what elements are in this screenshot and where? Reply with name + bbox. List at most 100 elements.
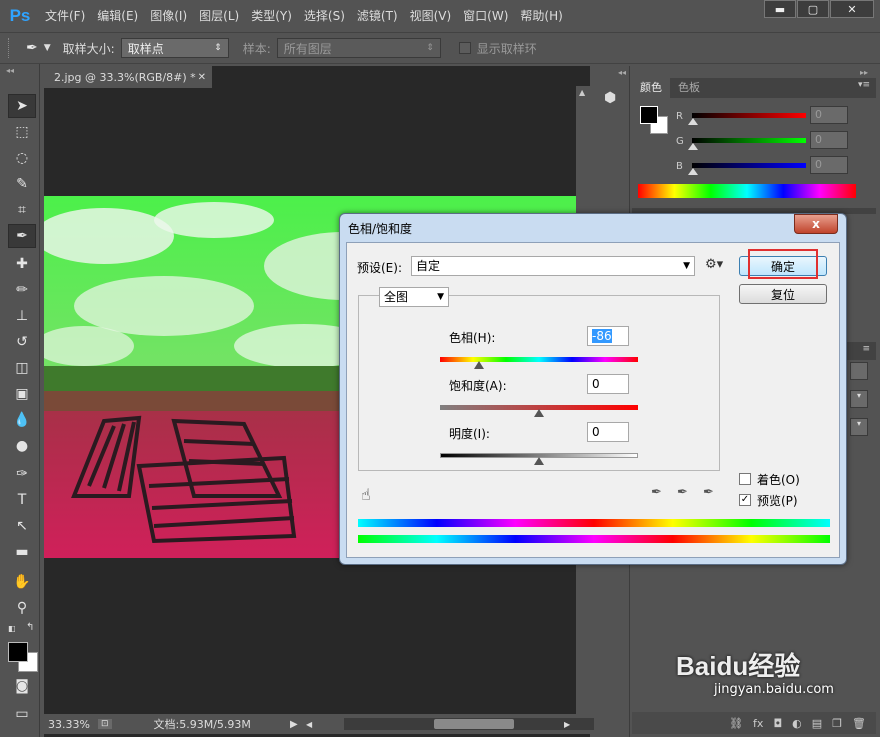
add-mask-icon[interactable]: ◘	[773, 717, 782, 730]
menu-item-0[interactable]: 文件(F)	[40, 0, 90, 32]
quick-mask-icon[interactable]: ◙	[8, 674, 36, 698]
tab-color[interactable]: 颜色	[632, 78, 670, 98]
adjustment-layer-icon[interactable]: ◐	[792, 717, 802, 730]
delete-layer-icon[interactable]: 🗑	[852, 717, 866, 730]
saturation-input[interactable]: 0	[587, 374, 629, 394]
hue-slider[interactable]	[440, 357, 638, 362]
path-select-icon[interactable]: ↖	[8, 514, 36, 538]
horizontal-scrollbar[interactable]	[344, 718, 614, 730]
preview-checkbox[interactable]: ✓	[739, 494, 751, 506]
new-layer-icon[interactable]: ❐	[832, 717, 842, 730]
green-value-input[interactable]: 0	[810, 131, 848, 149]
green-slider[interactable]	[692, 138, 806, 143]
move-tool-icon[interactable]: ➤	[8, 94, 36, 118]
hand-tool-icon[interactable]: ✋	[8, 570, 36, 594]
menu-item-2[interactable]: 图像(I)	[145, 0, 192, 32]
lasso-tool-icon[interactable]: ◌	[8, 146, 36, 170]
close-tab-icon[interactable]: ✕	[198, 72, 206, 83]
saturation-slider-thumb-icon[interactable]	[534, 409, 544, 417]
foreground-color-swatch[interactable]	[8, 642, 28, 662]
eyedropper-add-icon[interactable]: ✒	[677, 485, 688, 500]
colorize-checkbox[interactable]	[739, 473, 751, 485]
menu-item-9[interactable]: 帮助(H)	[515, 0, 567, 32]
preset-select[interactable]: 自定 ▼	[411, 256, 695, 276]
zoom-tool-icon[interactable]: ⚲	[8, 596, 36, 620]
expand-dock-icon[interactable]: ◂◂	[618, 68, 626, 77]
layers-panel-menu-icon[interactable]: ≡	[862, 344, 870, 354]
eyedropper-tool-icon[interactable]: ✒	[26, 40, 38, 56]
blur-tool-icon[interactable]: 💧	[8, 408, 36, 432]
panel-control-1[interactable]	[850, 362, 868, 380]
eyedropper-tool-icon[interactable]: ✒	[8, 224, 36, 248]
show-ring-checkbox[interactable]	[458, 42, 471, 54]
history-brush-icon[interactable]: ↺	[8, 330, 36, 354]
default-colors-icon[interactable]: ◧	[8, 624, 18, 634]
tab-swatches[interactable]: 色板	[670, 78, 708, 98]
channel-select[interactable]: 全图 ▼	[379, 287, 449, 307]
collapse-panels-icon[interactable]: ▸▸	[860, 68, 868, 77]
menu-item-8[interactable]: 窗口(W)	[458, 0, 513, 32]
menu-item-4[interactable]: 类型(Y)	[246, 0, 297, 32]
preset-options-gear-icon[interactable]: ⚙▾	[705, 257, 723, 272]
blue-slider[interactable]	[692, 163, 806, 168]
status-menu-arrow-icon[interactable]: ▶	[290, 719, 298, 730]
hue-slider-thumb-icon[interactable]	[474, 361, 484, 369]
menu-item-3[interactable]: 图层(L)	[194, 0, 244, 32]
horizontal-scroll-thumb[interactable]	[434, 719, 514, 729]
opacity-dropdown-icon[interactable]: ▾	[850, 418, 868, 436]
sample-size-select[interactable]: 取样点 ⇕	[120, 38, 229, 58]
stamp-tool-icon[interactable]: ⊥	[8, 304, 36, 328]
close-window-button[interactable]: ✕	[830, 0, 874, 18]
blue-value-input[interactable]: 0	[810, 156, 848, 174]
sample-select[interactable]: 所有图层 ⇕	[276, 38, 441, 58]
lightness-slider-thumb-icon[interactable]	[534, 457, 544, 465]
hue-input[interactable]: -86	[587, 326, 629, 346]
scroll-left-icon[interactable]: ◀	[306, 720, 312, 729]
menu-item-6[interactable]: 滤镜(T)	[352, 0, 403, 32]
panel-foreground-swatch[interactable]	[640, 106, 658, 124]
red-slider[interactable]	[692, 113, 806, 118]
healing-brush-icon[interactable]: ✚	[8, 252, 36, 276]
tool-preset-dropdown-icon[interactable]: ▼	[44, 43, 51, 53]
blue-slider-thumb-icon[interactable]	[688, 168, 698, 175]
color-spectrum-bar[interactable]	[638, 184, 856, 198]
menu-item-5[interactable]: 选择(S)	[299, 0, 350, 32]
panel-menu-icon[interactable]: ▾≡	[858, 80, 870, 90]
status-info-icon[interactable]: ⊡	[97, 719, 112, 729]
red-slider-thumb-icon[interactable]	[688, 118, 698, 125]
swap-colors-icon[interactable]: ↰	[26, 622, 34, 633]
layer-style-icon[interactable]: fx	[753, 717, 763, 730]
lightness-input[interactable]: 0	[587, 422, 629, 442]
zoom-level[interactable]: 33.33%	[48, 718, 90, 731]
shape-tool-icon[interactable]: ▬	[8, 540, 36, 564]
reset-button[interactable]: 复位	[739, 284, 827, 304]
scroll-up-icon[interactable]: ▲	[579, 88, 585, 97]
brush-tool-icon[interactable]: ✏	[8, 278, 36, 302]
gradient-tool-icon[interactable]: ▣	[8, 382, 36, 406]
screen-mode-icon[interactable]: ▭	[8, 702, 36, 726]
scroll-right-icon[interactable]: ▶	[564, 720, 570, 729]
menu-item-1[interactable]: 编辑(E)	[92, 0, 143, 32]
dialog-close-button[interactable]: x	[794, 214, 838, 234]
new-group-icon[interactable]: ▤	[812, 717, 822, 730]
eyedropper-icon[interactable]: ✒	[651, 485, 662, 500]
red-value-input[interactable]: 0	[810, 106, 848, 124]
maximize-button[interactable]: ▢	[797, 0, 829, 18]
eyedropper-subtract-icon[interactable]: ✒	[703, 485, 714, 500]
targeted-adjustment-hand-icon[interactable]: ☝	[361, 485, 371, 504]
green-slider-thumb-icon[interactable]	[688, 143, 698, 150]
document-tab[interactable]: 2.jpg @ 33.3%(RGB/8#) * ✕	[44, 66, 212, 88]
3d-panel-icon[interactable]: ⬢	[604, 90, 616, 106]
collapse-icon[interactable]: ◂◂	[6, 66, 14, 75]
quick-select-tool-icon[interactable]: ✎	[8, 172, 36, 196]
eraser-tool-icon[interactable]: ◫	[8, 356, 36, 380]
menu-item-7[interactable]: 视图(V)	[405, 0, 457, 32]
marquee-tool-icon[interactable]: ⬚	[8, 120, 36, 144]
crop-tool-icon[interactable]: ⌗	[8, 198, 36, 222]
type-tool-icon[interactable]: T	[8, 488, 36, 512]
pen-tool-icon[interactable]: ✑	[8, 462, 36, 486]
minimize-button[interactable]: ▬	[764, 0, 796, 18]
link-layers-icon[interactable]: ⛓	[729, 717, 743, 730]
dodge-tool-icon[interactable]: ●	[8, 434, 36, 458]
blend-dropdown-icon[interactable]: ▾	[850, 390, 868, 408]
